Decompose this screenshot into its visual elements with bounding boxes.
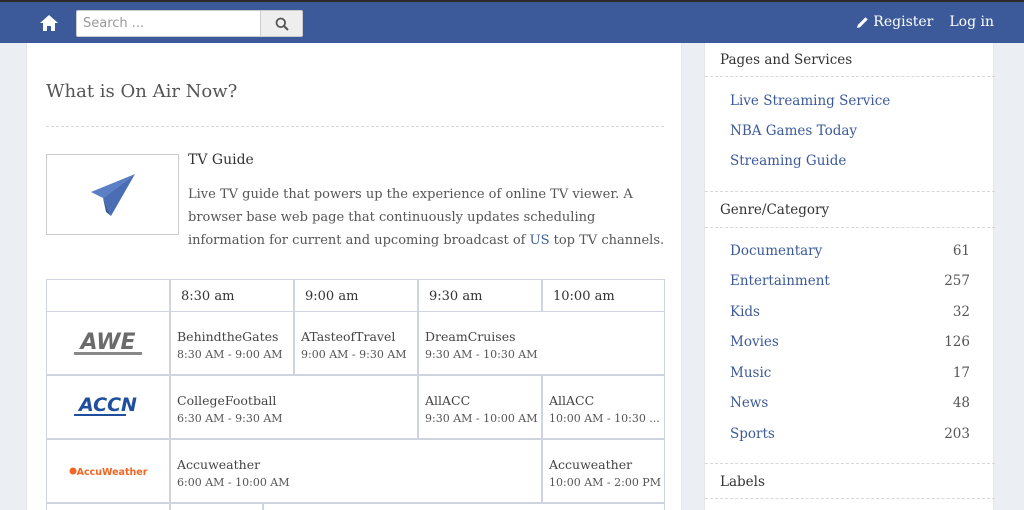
sidebar: Pages and Services Live Streaming Servic… (704, 43, 995, 510)
program-cell-partial[interactable] (263, 503, 665, 510)
program-cell[interactable]: Accuweather 6:00 AM - 10:00 AM (170, 439, 542, 503)
tv-guide-description: Live TV guide that powers up the experie… (188, 183, 668, 252)
search-icon (275, 17, 289, 31)
search-input[interactable] (76, 10, 260, 37)
login-label: Log in (949, 14, 994, 30)
genre-heading: Genre/Category (720, 202, 830, 218)
divider (705, 76, 995, 77)
labels-heading: Labels (720, 474, 765, 490)
genre-name: Kids (730, 304, 760, 320)
accn-logo-text: ACCN (77, 394, 137, 416)
genre-name: Music (730, 365, 772, 381)
genre-name: Entertainment (730, 273, 830, 289)
top-navbar: Register Log in (0, 0, 1024, 43)
genre-count: 17 (952, 365, 970, 381)
genre-item-sports[interactable]: Sports 203 (730, 426, 970, 442)
accuweather-logo-text: AccuWeather (77, 467, 148, 478)
genre-count: 257 (944, 273, 970, 289)
paper-plane-icon (90, 173, 135, 216)
program-time: 6:00 AM - 10:00 AM (177, 476, 290, 489)
login-link[interactable]: Log in (949, 14, 994, 30)
program-title: BehindtheGates (177, 329, 279, 344)
program-time: 6:30 AM - 9:30 AM (177, 412, 283, 425)
genre-count: 203 (944, 426, 970, 442)
us-link[interactable]: US (530, 233, 550, 248)
register-label: Register (873, 14, 934, 30)
genre-name: Sports (730, 426, 775, 442)
page-title: What is On Air Now? (46, 81, 238, 102)
program-title: Accuweather (549, 457, 633, 472)
program-cell[interactable]: CollegeFootball 6:30 AM - 9:30 AM (170, 375, 418, 439)
channel-accn[interactable]: ACCN (46, 375, 170, 439)
program-time: 9:30 AM - 10:00 AM (425, 412, 538, 425)
program-cell-partial[interactable] (170, 503, 263, 510)
genre-item-music[interactable]: Music 17 (730, 365, 970, 381)
schedule-grid: 8:30 am 9:00 am 9:30 am 10:00 am AWE Beh… (46, 279, 665, 510)
user-nav: Register Log in (856, 14, 994, 30)
program-title: AllACC (549, 393, 595, 408)
genre-count: 61 (952, 243, 970, 259)
divider (705, 463, 995, 464)
program-title: DreamCruises (425, 329, 516, 344)
program-cell[interactable]: Accuweather 10:00 AM - 2:00 PM (542, 439, 665, 503)
divider (705, 498, 995, 499)
genre-name: Movies (730, 334, 779, 350)
pencil-icon (857, 16, 868, 28)
genre-count: 48 (952, 395, 970, 411)
accuweather-logo: AccuWeather (69, 467, 148, 478)
program-time: 9:30 AM - 10:30 AM (425, 348, 538, 361)
search-button[interactable] (260, 10, 303, 37)
program-title: AllACC (425, 393, 471, 408)
genre-count: 126 (944, 334, 970, 350)
program-cell[interactable]: AllACC 10:00 AM - 10:30 ... (542, 375, 665, 439)
program-cell[interactable]: ATasteofTravel 9:00 AM - 9:30 AM (294, 311, 418, 375)
genre-item-entertainment[interactable]: Entertainment 257 (730, 273, 970, 289)
program-cell[interactable]: DreamCruises 9:30 AM - 10:30 AM (418, 311, 665, 375)
divider (705, 227, 995, 228)
genre-item-news[interactable]: News 48 (730, 395, 970, 411)
genre-name: Documentary (730, 243, 823, 259)
genre-count: 32 (952, 304, 970, 320)
program-title: ATasteofTravel (301, 329, 396, 344)
program-time: 8:30 AM - 9:00 AM (177, 348, 283, 361)
time-slot-header: 10:00 am (542, 279, 665, 311)
channel-accuweather[interactable]: AccuWeather (46, 439, 170, 503)
genre-item-documentary[interactable]: Documentary 61 (730, 243, 970, 259)
program-title: Accuweather (177, 457, 261, 472)
awe-logo-text: AWE (78, 330, 135, 355)
program-cell[interactable]: BehindtheGates 8:30 AM - 9:00 AM (170, 311, 294, 375)
channel-header-cell (46, 279, 170, 311)
divider (705, 191, 995, 192)
channel-awe[interactable]: AWE (46, 311, 170, 375)
tv-guide-title: TV Guide (188, 152, 254, 168)
time-slot-header: 9:00 am (294, 279, 418, 311)
tv-guide-logo[interactable] (46, 154, 179, 235)
time-slot-header: 9:30 am (418, 279, 542, 311)
register-link[interactable]: Register (856, 14, 933, 30)
home-icon[interactable] (39, 14, 59, 32)
program-time: 10:00 AM - 10:30 ... (549, 412, 660, 425)
program-time: 9:00 AM - 9:30 AM (301, 348, 407, 361)
page-link-streaming-guide[interactable]: Streaming Guide (730, 153, 846, 169)
page-link-live-streaming[interactable]: Live Streaming Service (730, 93, 890, 109)
channel-cell-partial (46, 503, 170, 510)
search-form (76, 10, 303, 37)
page-link-nba-games[interactable]: NBA Games Today (730, 123, 857, 139)
program-time: 10:00 AM - 2:00 PM (549, 476, 661, 489)
accn-logo: ACCN (74, 394, 137, 416)
awe-logo: AWE (74, 330, 142, 355)
genre-item-movies[interactable]: Movies 126 (730, 334, 970, 350)
genre-name: News (730, 395, 769, 411)
pages-heading: Pages and Services (720, 52, 853, 68)
program-cell[interactable]: AllACC 9:30 AM - 10:00 AM (418, 375, 542, 439)
description-text-end: top TV channels. (549, 233, 665, 248)
genre-item-kids[interactable]: Kids 32 (730, 304, 970, 320)
time-slot-header: 8:30 am (170, 279, 294, 311)
main-content: What is On Air Now? TV Guide Live TV gui… (26, 43, 682, 510)
divider (46, 126, 664, 127)
program-title: CollegeFootball (177, 393, 277, 408)
